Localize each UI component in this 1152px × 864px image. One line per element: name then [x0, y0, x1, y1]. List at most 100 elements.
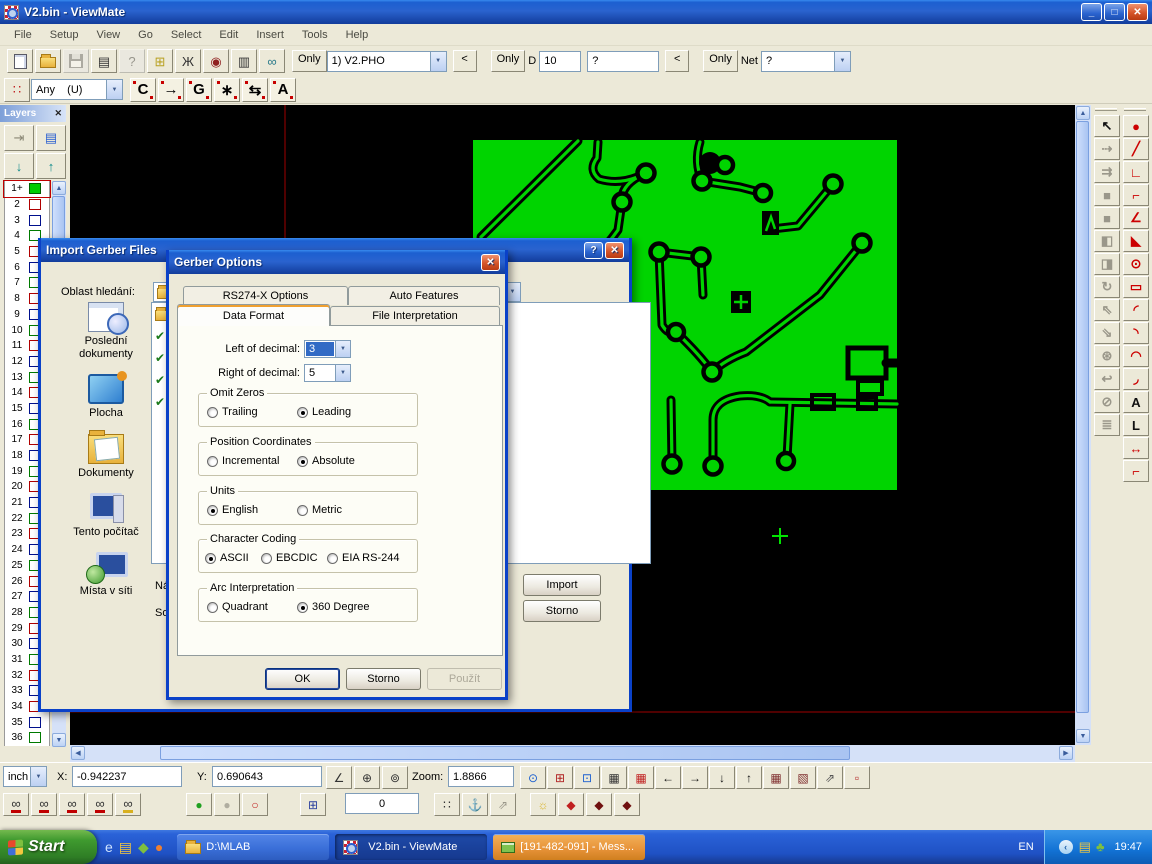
tray-collapse-icon[interactable]: ‹ — [1059, 840, 1073, 854]
right-of-decimal-combo[interactable]: 5 ▼ — [304, 364, 351, 382]
layer-color-swatch[interactable] — [29, 199, 41, 210]
view-filter-sketch-button[interactable]: ∞ — [115, 793, 141, 816]
only-net-toggle[interactable]: Only — [703, 50, 738, 72]
grid-edit-button[interactable]: ▧ — [790, 766, 816, 789]
draw-polyline-button[interactable]: ∟ — [1123, 161, 1149, 183]
view-filter-dash-button[interactable]: ∞ — [87, 793, 113, 816]
tab-rs274x[interactable]: RS274-X Options — [183, 286, 348, 305]
folder-quicklaunch-icon[interactable]: ▤ — [119, 839, 132, 856]
firefox-quicklaunch-icon[interactable]: ● — [155, 839, 163, 855]
maximize-button[interactable]: □ — [1104, 3, 1125, 21]
tray-notes-icon[interactable]: ▤ — [1079, 839, 1091, 855]
draw-angle-button[interactable]: ∠ — [1123, 207, 1149, 229]
menu-go[interactable]: Go — [130, 27, 161, 43]
measure-diagonal-button[interactable]: ⇗ — [817, 766, 843, 789]
layer-row[interactable]: 2 — [4, 197, 50, 213]
scroll-up-icon[interactable]: ▲ — [52, 181, 66, 195]
aperture-star-button[interactable]: ∗ — [214, 78, 240, 102]
scroll-down-icon[interactable]: ▼ — [52, 733, 66, 747]
gerber-dialog-titlebar[interactable]: Gerber Options ✕ — [169, 250, 505, 274]
chevron-down-icon[interactable]: ▼ — [106, 80, 122, 99]
pan-down-button[interactable]: ↓ — [709, 766, 735, 789]
place-network[interactable]: Místa v síti — [61, 552, 151, 598]
lamp-outline-button[interactable]: ○ — [242, 793, 268, 816]
window-tile-button[interactable]: ⊞ — [300, 793, 326, 816]
layers-close-icon[interactable]: ✕ — [54, 108, 62, 119]
scroll-left-icon[interactable]: ◀ — [71, 746, 85, 760]
pan-left-button[interactable]: ← — [655, 766, 681, 789]
draw-label-button[interactable]: L — [1123, 414, 1149, 436]
undo-button[interactable]: ↩ — [1094, 368, 1120, 390]
dialog-close-button[interactable]: ✕ — [481, 254, 500, 271]
menu-edit[interactable]: Edit — [211, 27, 246, 43]
net-combo[interactable]: ? ▼ — [761, 51, 851, 72]
fill-solid-button[interactable]: ■ — [1094, 184, 1120, 206]
dialog-close-button[interactable]: ✕ — [605, 242, 624, 259]
ok-button[interactable]: OK — [265, 668, 340, 690]
zoom-in-button[interactable]: ⊙ — [520, 766, 546, 789]
draw-line-button[interactable]: ╱ — [1123, 138, 1149, 160]
eia-rs244-radio[interactable] — [327, 553, 338, 564]
menu-insert[interactable]: Insert — [248, 27, 292, 43]
chevron-down-icon[interactable]: ▼ — [430, 52, 446, 71]
grid-snap-button[interactable]: ▦ — [763, 766, 789, 789]
zoom-window-button[interactable]: ⊡ — [574, 766, 600, 789]
layer-row[interactable]: 35 — [4, 714, 50, 730]
taskbar-task-folder[interactable]: D:\MLAB — [177, 834, 329, 860]
aperture-a-button[interactable]: A — [270, 78, 296, 102]
unit-combo[interactable]: inch ▼ — [3, 766, 47, 787]
tab-data-format[interactable]: Data Format — [177, 304, 330, 326]
dcode-input[interactable]: 10 — [539, 51, 581, 72]
print-button[interactable]: ▤ — [91, 49, 117, 73]
left-of-decimal-combo[interactable]: 3 ▼ — [304, 340, 351, 358]
diamond-red-button[interactable]: ◆ — [558, 793, 584, 816]
origin-target-button[interactable]: ⊕ — [354, 766, 380, 789]
place-documents[interactable]: Dokumenty — [61, 434, 151, 480]
layer-combo[interactable]: 1) V2.PHO ▼ — [327, 51, 447, 72]
aperture-swap-button[interactable]: ⇆ — [242, 78, 268, 102]
storno-button[interactable]: Storno — [346, 668, 421, 690]
ie-quicklaunch-icon[interactable]: e — [105, 839, 113, 855]
only-layer-toggle[interactable]: Only — [292, 50, 327, 72]
pan-right-button[interactable]: → — [682, 766, 708, 789]
lamp-on-button[interactable]: ● — [186, 793, 212, 816]
dialog-help-button[interactable]: ? — [584, 242, 603, 259]
flash-pattern-button[interactable]: ☼ — [530, 793, 556, 816]
draw-width-button[interactable]: ↔ — [1123, 437, 1149, 459]
fill-solid2-button[interactable]: ■ — [1094, 207, 1120, 229]
absolute-radio[interactable] — [297, 456, 308, 467]
pan-up-button[interactable]: ↑ — [736, 766, 762, 789]
close-button[interactable]: ✕ — [1127, 3, 1148, 21]
green-app-quicklaunch-icon[interactable]: ◆ — [138, 839, 149, 856]
english-radio[interactable] — [207, 505, 218, 516]
place-computer[interactable]: Tento počítač — [61, 493, 151, 539]
aperture-arrow-button[interactable]: → — [158, 78, 184, 102]
layer-row[interactable]: 3 — [4, 212, 50, 228]
scrollbar-thumb[interactable] — [1076, 121, 1089, 713]
draw-circle-button[interactable]: ⊙ — [1123, 253, 1149, 275]
layers-send-button[interactable]: ⇥ — [4, 125, 34, 151]
scrollbar-thumb[interactable] — [160, 746, 850, 760]
prev-net-button[interactable]: < — [665, 50, 689, 72]
draw-corner-button[interactable]: ⌐ — [1123, 460, 1149, 482]
layer-color-swatch[interactable] — [29, 183, 41, 194]
diamond-small-button[interactable]: ◆ — [614, 793, 640, 816]
leading-radio[interactable] — [297, 407, 308, 418]
draw-arc2-button[interactable]: ◝ — [1123, 322, 1149, 344]
grid-bb-button[interactable]: ▦ — [601, 766, 627, 789]
draw-arc1-button[interactable]: ◜ — [1123, 299, 1149, 321]
aperture-c-button[interactable]: C — [130, 78, 156, 102]
scale-down-button[interactable]: ⇘ — [1094, 322, 1120, 344]
settings-gear-button[interactable]: ⊛ — [1094, 345, 1120, 367]
view-filter-lines-button[interactable]: ∞ — [31, 793, 57, 816]
lamp-off-button[interactable]: ● — [214, 793, 240, 816]
selection-box-button[interactable]: ▫ — [844, 766, 870, 789]
copy-dcode-button[interactable]: ⇉ — [1094, 161, 1120, 183]
tab-auto-features[interactable]: Auto Features — [348, 286, 500, 305]
dcode-columns-button[interactable]: ▥ — [231, 49, 257, 73]
chevron-down-icon[interactable]: ▼ — [335, 341, 350, 357]
glasses-ruler-button[interactable]: ∞ — [259, 49, 285, 73]
layer-color-swatch[interactable] — [29, 717, 41, 728]
dot-grid-button[interactable]: ∷ — [434, 793, 460, 816]
zoom-grid-button[interactable]: ⊞ — [547, 766, 573, 789]
